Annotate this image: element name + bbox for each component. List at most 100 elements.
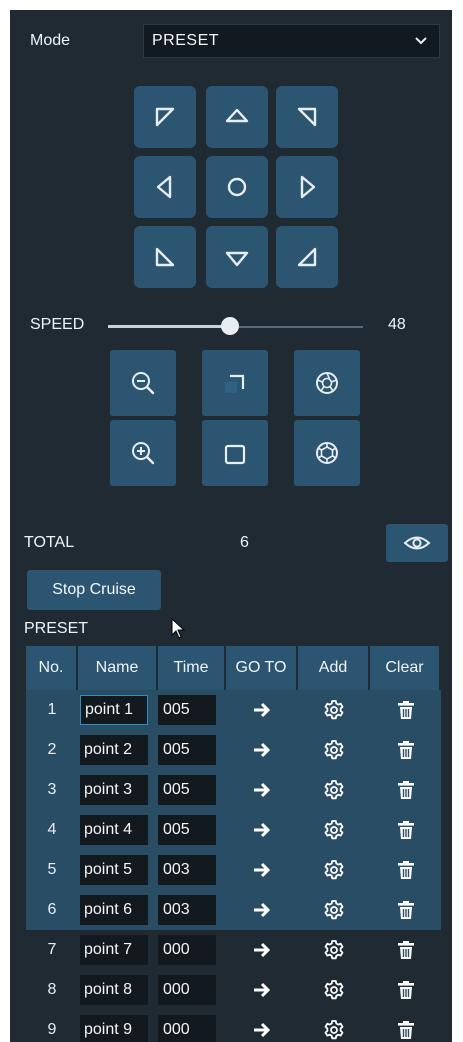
trash-icon bbox=[397, 701, 414, 719]
preset-time-field[interactable]: 003 bbox=[158, 855, 216, 885]
gear-icon bbox=[324, 980, 344, 1000]
pan-down-left-button[interactable] bbox=[134, 226, 196, 288]
clear-preset-button[interactable] bbox=[370, 1010, 441, 1042]
header-no: No. bbox=[26, 646, 78, 690]
ptz-center-button[interactable] bbox=[206, 156, 268, 218]
preset-name-field[interactable]: point 9 bbox=[80, 1015, 148, 1042]
focus-far-button[interactable] bbox=[202, 420, 268, 486]
preset-name-field[interactable]: point 3 bbox=[80, 775, 148, 805]
clear-preset-button[interactable] bbox=[370, 930, 441, 970]
preset-time-field[interactable]: 003 bbox=[158, 895, 216, 925]
go-to-button[interactable] bbox=[226, 930, 298, 970]
table-row[interactable]: 9 point 9 000 bbox=[26, 1010, 441, 1042]
table-row[interactable]: 4 point 4 005 bbox=[26, 810, 441, 850]
show-preset-button[interactable] bbox=[386, 524, 448, 562]
table-body: 1 point 1 005 2 point 2 005 3 point 3 005 4 point … bbox=[26, 690, 441, 1042]
iris-close-button[interactable] bbox=[294, 350, 360, 416]
clear-preset-button[interactable] bbox=[370, 690, 441, 730]
table-row[interactable]: 7 point 7 000 bbox=[26, 930, 441, 970]
go-to-button[interactable] bbox=[226, 690, 298, 730]
table-row[interactable]: 3 point 3 005 bbox=[26, 770, 441, 810]
table-row[interactable]: 2 point 2 005 bbox=[26, 730, 441, 770]
row-number: 7 bbox=[47, 941, 57, 958]
row-number: 3 bbox=[47, 781, 57, 798]
add-preset-button[interactable] bbox=[298, 890, 370, 930]
focus-near-button[interactable] bbox=[202, 350, 268, 416]
trash-icon bbox=[397, 781, 414, 799]
add-preset-button[interactable] bbox=[298, 690, 370, 730]
pan-up-left-button[interactable] bbox=[134, 86, 196, 148]
go-to-button[interactable] bbox=[226, 850, 298, 890]
preset-time-field[interactable]: 005 bbox=[158, 775, 216, 805]
preset-table: No. Name Time GO TO Add Clear 1 point 1 00… bbox=[26, 646, 441, 1042]
preset-time-field[interactable]: 005 bbox=[158, 695, 216, 725]
preset-name-field[interactable]: point 6 bbox=[80, 895, 148, 925]
go-to-button[interactable] bbox=[226, 1010, 298, 1042]
preset-name-field[interactable]: point 7 bbox=[80, 935, 148, 965]
total-label: TOTAL bbox=[24, 534, 75, 551]
add-preset-button[interactable] bbox=[298, 930, 370, 970]
go-to-button[interactable] bbox=[226, 770, 298, 810]
tilt-down-button[interactable] bbox=[206, 226, 268, 288]
zoom-out-button[interactable] bbox=[110, 350, 176, 416]
go-to-button[interactable] bbox=[226, 730, 298, 770]
preset-time-field[interactable]: 000 bbox=[158, 975, 216, 1005]
add-preset-button[interactable] bbox=[298, 810, 370, 850]
pan-left-button[interactable] bbox=[134, 156, 196, 218]
pan-right-button[interactable] bbox=[276, 156, 338, 218]
go-to-button[interactable] bbox=[226, 810, 298, 850]
preset-time-field[interactable]: 005 bbox=[158, 735, 216, 765]
trash-icon bbox=[397, 861, 414, 879]
trash-icon bbox=[397, 901, 414, 919]
tilt-up-button[interactable] bbox=[206, 86, 268, 148]
clear-preset-button[interactable] bbox=[370, 970, 441, 1010]
aperture-icon bbox=[316, 372, 338, 394]
speed-slider-thumb[interactable] bbox=[221, 317, 240, 335]
preset-time-field[interactable]: 005 bbox=[158, 815, 216, 845]
add-preset-button[interactable] bbox=[298, 770, 370, 810]
preset-name-field[interactable]: point 8 bbox=[80, 975, 148, 1005]
add-preset-button[interactable] bbox=[298, 970, 370, 1010]
go-to-button[interactable] bbox=[226, 970, 298, 1010]
iris-open-button[interactable] bbox=[294, 420, 360, 486]
add-preset-button[interactable] bbox=[298, 1010, 370, 1042]
table-row[interactable]: 6 point 6 003 bbox=[26, 890, 441, 930]
arrow-right-icon bbox=[254, 902, 271, 918]
gear-icon bbox=[324, 740, 344, 760]
row-number: 1 bbox=[47, 701, 57, 718]
preset-name-field[interactable]: point 5 bbox=[80, 855, 148, 885]
preset-time-field[interactable]: 000 bbox=[158, 935, 216, 965]
preset-name-field[interactable]: point 1 bbox=[80, 695, 148, 725]
clear-preset-button[interactable] bbox=[370, 850, 441, 890]
arrow-right-icon bbox=[254, 982, 271, 998]
arrow-down-icon bbox=[225, 251, 249, 267]
preset-name-field[interactable]: point 2 bbox=[80, 735, 148, 765]
clear-preset-button[interactable] bbox=[370, 770, 441, 810]
clear-preset-button[interactable] bbox=[370, 810, 441, 850]
table-row[interactable]: 5 point 5 003 bbox=[26, 850, 441, 890]
clear-preset-button[interactable] bbox=[370, 890, 441, 930]
aperture-icon bbox=[316, 442, 338, 464]
focus-near-icon bbox=[225, 374, 245, 393]
table-row[interactable]: 1 point 1 005 bbox=[26, 690, 441, 730]
table-row[interactable]: 8 point 8 000 bbox=[26, 970, 441, 1010]
row-number: 2 bbox=[47, 741, 57, 758]
mode-select[interactable]: PRESET bbox=[143, 24, 440, 58]
add-preset-button[interactable] bbox=[298, 850, 370, 890]
go-to-button[interactable] bbox=[226, 890, 298, 930]
zoom-in-button[interactable] bbox=[110, 420, 176, 486]
zoom-in-icon bbox=[132, 442, 155, 465]
arrow-down-left-icon bbox=[155, 247, 175, 267]
zoom-out-icon bbox=[132, 372, 155, 395]
pan-down-right-button[interactable] bbox=[276, 226, 338, 288]
trash-icon bbox=[397, 1021, 414, 1039]
preset-name-field[interactable]: point 4 bbox=[80, 815, 148, 845]
total-value: 6 bbox=[240, 534, 249, 551]
stop-cruise-button[interactable]: Stop Cruise bbox=[27, 570, 161, 610]
gear-icon bbox=[324, 940, 344, 960]
pan-up-right-button[interactable] bbox=[276, 86, 338, 148]
preset-time-field[interactable]: 000 bbox=[158, 1015, 216, 1042]
clear-preset-button[interactable] bbox=[370, 730, 441, 770]
add-preset-button[interactable] bbox=[298, 730, 370, 770]
trash-icon bbox=[397, 981, 414, 999]
